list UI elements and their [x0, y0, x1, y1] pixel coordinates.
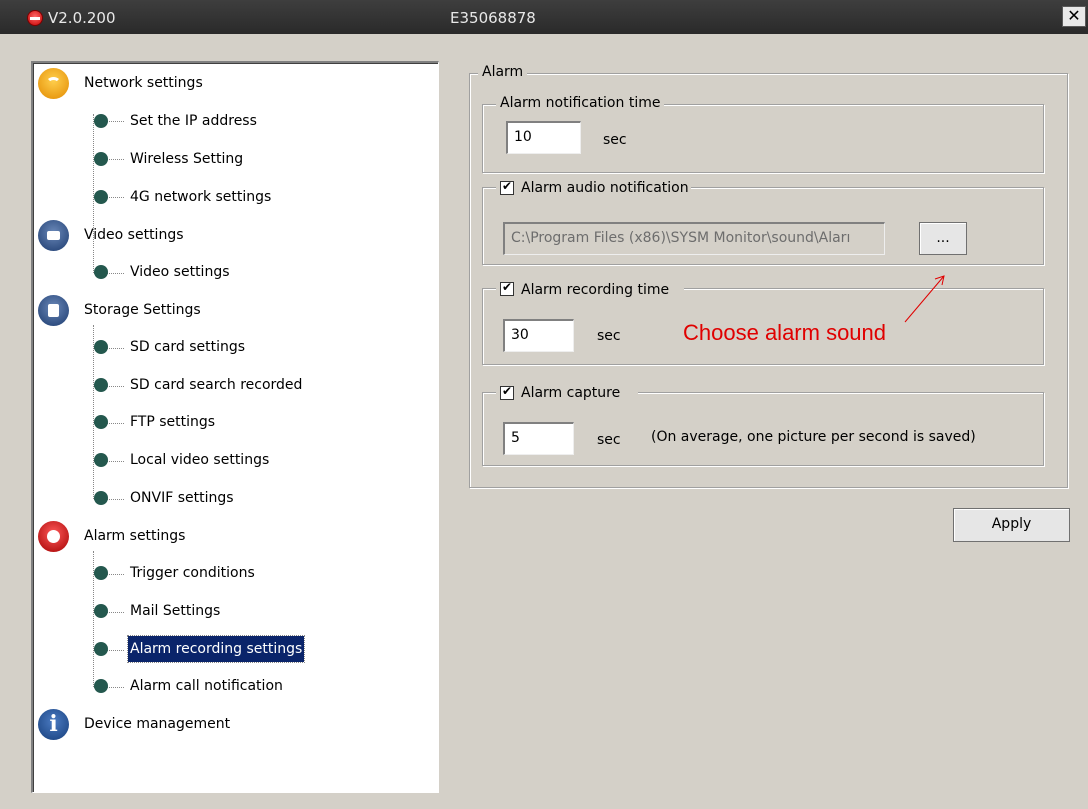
tree-alarm-settings[interactable]: Alarm settings — [84, 523, 185, 549]
capture-checkbox[interactable] — [500, 384, 514, 400]
capture-unit: sec — [597, 432, 621, 448]
tree-item-mail-settings[interactable]: Mail Settings — [128, 598, 222, 624]
notification-time-unit: sec — [603, 132, 627, 148]
tree-bullet-icon — [94, 114, 108, 128]
tree-bullet-icon — [94, 453, 108, 467]
capture-note: (On average, one picture per second is s… — [651, 429, 976, 445]
tree-item-alarm-recording-settings[interactable]: Alarm recording settings — [126, 635, 306, 663]
alarm-groupbox-title: Alarm — [478, 64, 528, 80]
tree-item-trigger-conditions[interactable]: Trigger conditions — [128, 560, 257, 586]
tree-bullet-icon — [94, 265, 108, 279]
network-wifi-icon — [38, 68, 69, 99]
tree-item-4g-network-settings[interactable]: 4G network settings — [128, 184, 273, 210]
capture-label: Alarm capture — [521, 385, 621, 401]
tree-item-set-ip-address[interactable]: Set the IP address — [128, 108, 259, 134]
recording-time-label: Alarm recording time — [521, 282, 670, 298]
close-button[interactable]: ✕ — [1062, 6, 1086, 27]
tree-bullet-icon — [94, 642, 108, 656]
notification-time-input[interactable]: 10 — [506, 121, 581, 154]
notification-time-label: Alarm notification time — [496, 95, 665, 111]
tree-bullet-icon — [94, 679, 108, 693]
tree-bullet-icon — [94, 566, 108, 580]
capture-input[interactable]: 5 — [503, 422, 574, 455]
info-icon: i — [38, 709, 69, 740]
annotation-text: Choose alarm sound — [683, 320, 887, 345]
recording-time-checkbox[interactable] — [500, 280, 514, 296]
tree-item-sd-card-settings[interactable]: SD card settings — [128, 334, 247, 360]
tree-item-sd-card-search-recorded[interactable]: SD card search recorded — [128, 372, 304, 398]
video-icon — [38, 220, 69, 251]
apply-button[interactable]: Apply — [953, 508, 1070, 542]
tree-item-video-settings[interactable]: Video settings — [128, 259, 232, 285]
tree-bullet-icon — [94, 415, 108, 429]
tree-storage-settings[interactable]: Storage Settings — [84, 297, 201, 323]
annotation-arrow — [904, 275, 945, 323]
alarm-sound-path-field[interactable]: C:\Program Files (x86)\SYSM Monitor\soun… — [503, 222, 885, 255]
tree-device-management[interactable]: Device management — [84, 711, 230, 737]
tree-video-settings[interactable]: Video settings — [84, 222, 184, 248]
app-version: V2.0.200 — [48, 9, 116, 27]
tree-bullet-icon — [94, 152, 108, 166]
audio-notification-label: Alarm audio notification — [521, 180, 689, 196]
tree-bullet-icon — [94, 604, 108, 618]
audio-notification-checkbox[interactable] — [500, 179, 514, 195]
browse-sound-button[interactable]: ... — [919, 222, 967, 255]
alarm-clock-icon — [38, 521, 69, 552]
recording-time-input[interactable]: 30 — [503, 319, 574, 352]
tree-bullet-icon — [94, 378, 108, 392]
tree-network-settings[interactable]: Network settings — [84, 70, 203, 96]
device-id: E35068878 — [450, 9, 536, 27]
tree-item-onvif-settings[interactable]: ONVIF settings — [128, 485, 236, 511]
recording-time-unit: sec — [597, 328, 621, 344]
app-logo-icon — [27, 10, 43, 26]
tree-bullet-icon — [94, 340, 108, 354]
tree-item-alarm-call-notification[interactable]: Alarm call notification — [128, 673, 285, 699]
title-bar: V2.0.200 E35068878 ✕ — [0, 0, 1088, 34]
tree-item-local-video-settings[interactable]: Local video settings — [128, 447, 271, 473]
storage-sd-card-icon — [38, 295, 69, 326]
tree-bullet-icon — [94, 190, 108, 204]
tree-connector — [93, 325, 94, 499]
tree-bullet-icon — [94, 491, 108, 505]
tree-item-wireless-setting[interactable]: Wireless Setting — [128, 146, 245, 172]
tree-item-ftp-settings[interactable]: FTP settings — [128, 409, 217, 435]
